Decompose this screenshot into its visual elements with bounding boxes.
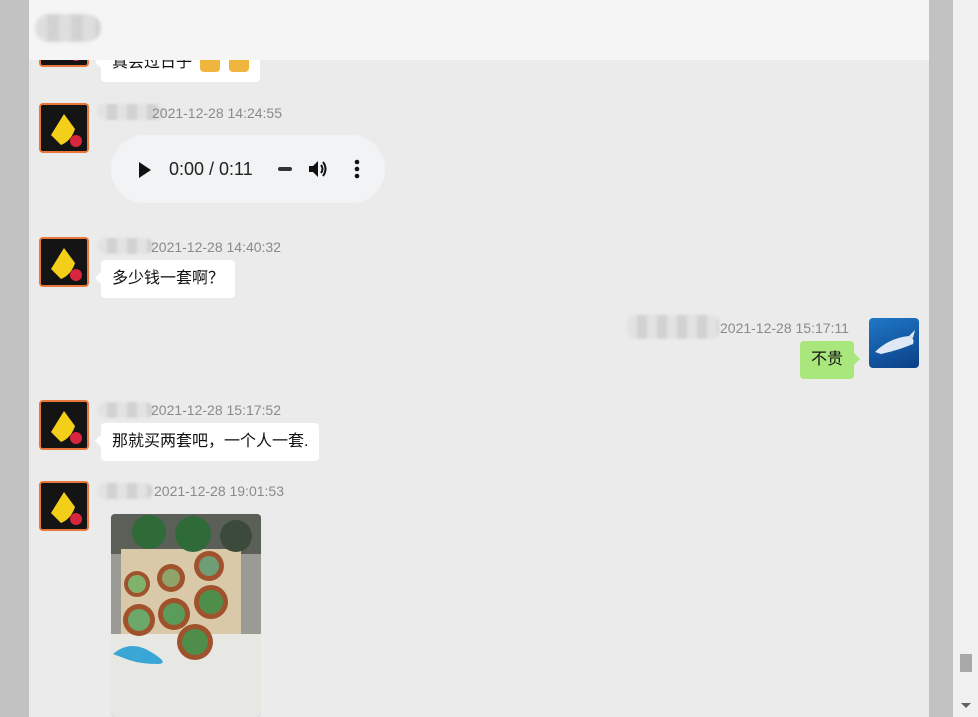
self-avatar[interactable] — [869, 318, 919, 368]
sender-name-redacted — [627, 315, 719, 339]
succulents-photo — [111, 514, 261, 717]
pacman-avatar-icon — [41, 402, 87, 448]
scroll-down-arrow-icon[interactable] — [961, 703, 971, 708]
audio-time: 0:00 / 0:11 — [169, 159, 253, 179]
contact-avatar[interactable] — [39, 481, 89, 531]
pacman-avatar-icon — [41, 483, 87, 529]
audio-progress-slider[interactable] — [278, 167, 292, 171]
message-bubble-text[interactable]: 那就买两套吧，一个人一套. — [94, 423, 320, 461]
message-timestamp: 2021-12-28 14:24:55 — [152, 105, 282, 121]
scrollbar-thumb[interactable] — [960, 654, 972, 672]
sender-name-redacted — [97, 402, 153, 418]
message-text: 不贵 — [811, 351, 844, 368]
whale-avatar-icon — [875, 330, 915, 354]
message-timestamp: 2021-12-28 15:17:52 — [151, 402, 281, 418]
message-bubble-text[interactable]: 多少钱一套啊？ — [94, 260, 236, 298]
chat-title-redacted — [35, 14, 101, 42]
sender-name-redacted — [97, 483, 153, 499]
chat-header — [29, 0, 929, 60]
play-icon[interactable] — [137, 161, 153, 179]
pacman-avatar-icon — [41, 239, 87, 285]
contact-avatar[interactable] — [39, 103, 89, 153]
message-image[interactable] — [111, 514, 261, 717]
more-vert-icon[interactable] — [354, 159, 360, 179]
message-text: 多少钱一套啊？ — [112, 270, 225, 287]
message-bubble-text[interactable]: 不贵 — [800, 341, 861, 379]
sender-name-redacted — [97, 238, 153, 254]
pacman-avatar-icon — [41, 105, 87, 151]
chat-window: 真会过日子 2021-12-28 14:24:55 0:00 / 0:11 20… — [29, 0, 929, 717]
contact-avatar[interactable] — [39, 237, 89, 287]
volume-icon[interactable] — [307, 158, 329, 180]
message-text: 那就买两套吧，一个人一套. — [112, 433, 309, 450]
contact-avatar[interactable] — [39, 400, 89, 450]
audio-player[interactable]: 0:00 / 0:11 — [111, 135, 385, 203]
message-timestamp: 2021-12-28 15:17:11 — [720, 320, 849, 336]
message-timestamp: 2021-12-28 19:01:53 — [154, 483, 284, 499]
message-timestamp: 2021-12-28 14:40:32 — [151, 239, 281, 255]
scrollbar[interactable] — [953, 0, 978, 717]
